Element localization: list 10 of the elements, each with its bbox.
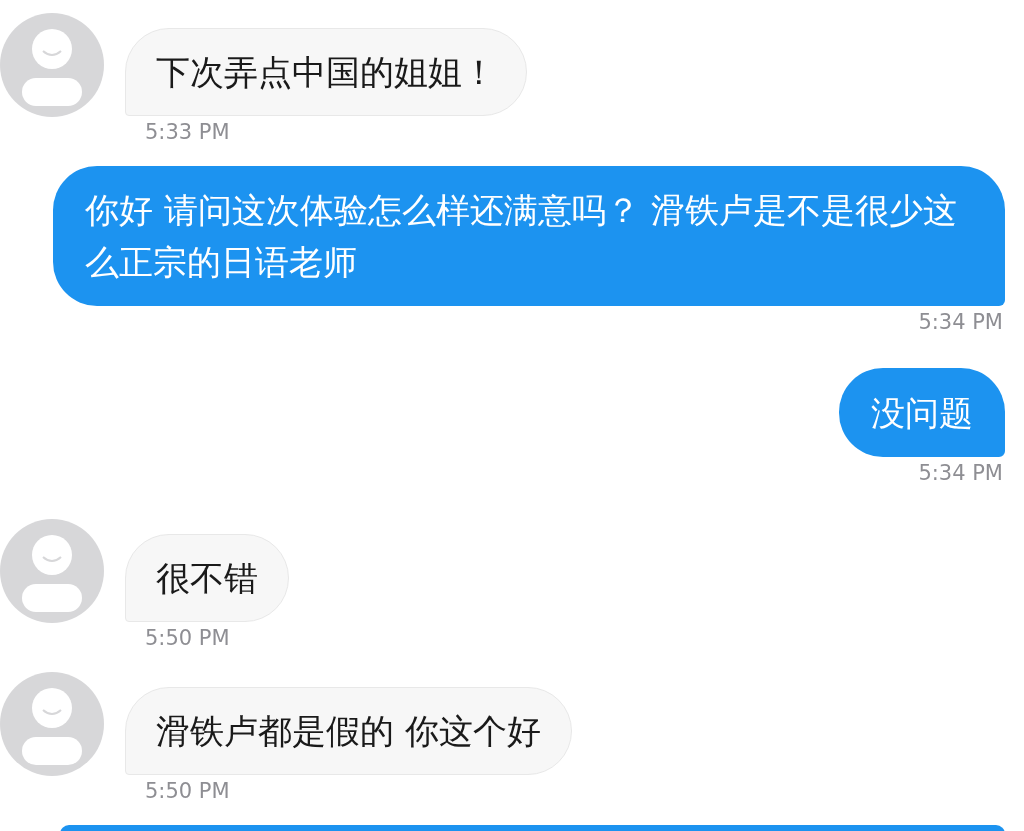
timestamp: 5:34 PM (918, 460, 1003, 486)
message-bubble: 滑铁卢都是假的 你这个好 (125, 687, 572, 775)
message-bubble: 很不错 (125, 534, 289, 622)
message-bubble: 没问题 (839, 368, 1005, 457)
message-bubble: 下次弄点中国的姐姐！ (125, 28, 527, 116)
timestamp: 5:34 PM (918, 309, 1003, 335)
message-bubble: 你好 请问这次体验怎么样还满意吗？ 滑铁卢是不是很少这么正宗的日语老师 (53, 166, 1005, 306)
timestamp: 5:50 PM (145, 625, 231, 651)
timestamp: 5:50 PM (145, 778, 231, 804)
timestamp: 5:33 PM (145, 119, 231, 145)
